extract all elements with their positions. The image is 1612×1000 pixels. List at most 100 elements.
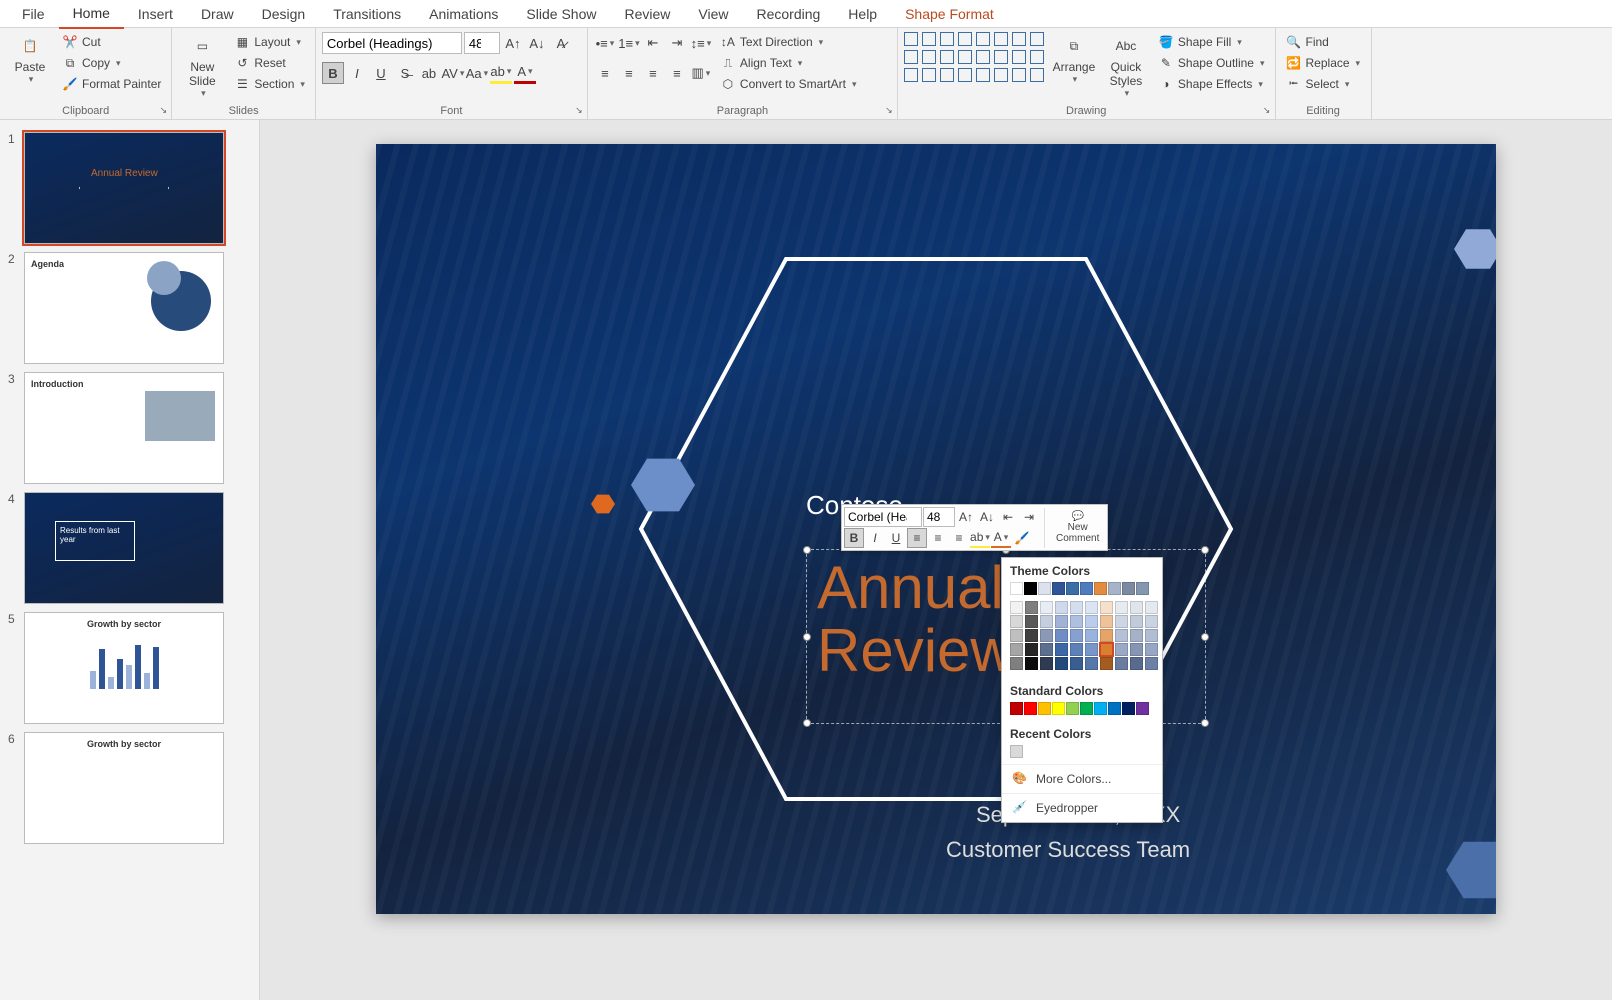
paste-button[interactable]: 📋 Paste [6, 32, 54, 87]
arrange-button[interactable]: ⧉Arrange [1050, 32, 1098, 87]
mini-font-name[interactable] [844, 507, 922, 527]
mini-font-size[interactable] [923, 507, 955, 527]
tab-insert[interactable]: Insert [124, 0, 187, 28]
shape-effects-button[interactable]: ◑Shape Effects [1154, 74, 1269, 94]
tab-draw[interactable]: Draw [187, 0, 248, 28]
color-swatch[interactable] [1145, 643, 1158, 656]
shrink-font-button[interactable]: A↓ [526, 32, 548, 54]
mini-new-comment[interactable]: 💬 New Comment [1050, 509, 1105, 546]
color-swatch[interactable] [1025, 643, 1038, 656]
mini-align-left[interactable]: ≡ [907, 528, 927, 548]
color-swatch[interactable] [1100, 643, 1113, 656]
align-right-button[interactable]: ≡ [642, 62, 664, 84]
bold-button[interactable]: B [322, 62, 344, 84]
tab-help[interactable]: Help [834, 0, 891, 28]
align-text-button[interactable]: ⎍Align Text [716, 53, 861, 73]
color-swatch[interactable] [1024, 582, 1037, 595]
color-swatch[interactable] [1040, 601, 1053, 614]
change-case-button[interactable]: Aa [466, 62, 488, 84]
color-swatch[interactable] [1010, 643, 1023, 656]
layout-button[interactable]: ▦Layout [230, 32, 309, 52]
mini-highlight[interactable]: ab [970, 528, 990, 548]
color-swatch[interactable] [1100, 657, 1113, 670]
inc-indent-button[interactable]: ⇥ [666, 32, 688, 54]
color-swatch[interactable] [1070, 643, 1083, 656]
char-spacing-button[interactable]: AV [442, 62, 464, 84]
tab-recording[interactable]: Recording [742, 0, 834, 28]
line-spacing-button[interactable]: ↕≡ [690, 32, 712, 54]
font-name-select[interactable] [322, 32, 462, 54]
color-swatch[interactable] [1115, 657, 1128, 670]
font-size-select[interactable] [464, 32, 500, 54]
more-colors-button[interactable]: 🎨More Colors... [1002, 764, 1162, 793]
color-swatch[interactable] [1085, 615, 1098, 628]
tab-transitions[interactable]: Transitions [319, 0, 415, 28]
color-swatch[interactable] [1038, 582, 1051, 595]
mini-font-color[interactable]: A [991, 528, 1011, 548]
color-swatch[interactable] [1115, 615, 1128, 628]
color-swatch[interactable] [1094, 582, 1107, 595]
tab-animations[interactable]: Animations [415, 0, 512, 28]
thumb-6[interactable]: Growth by sector [24, 732, 224, 844]
color-swatch[interactable] [1025, 657, 1038, 670]
color-swatch[interactable] [1115, 601, 1128, 614]
color-swatch[interactable] [1108, 702, 1121, 715]
color-swatch[interactable] [1122, 582, 1135, 595]
color-swatch[interactable] [1070, 657, 1083, 670]
color-swatch[interactable] [1040, 643, 1053, 656]
color-swatch[interactable] [1080, 702, 1093, 715]
select-button[interactable]: ⭰Select [1282, 74, 1365, 94]
mini-inc-indent[interactable]: ⇥ [1019, 507, 1039, 527]
color-swatch[interactable] [1055, 657, 1068, 670]
highlight-button[interactable]: ab [490, 62, 512, 84]
tab-review[interactable]: Review [610, 0, 684, 28]
shape-fill-button[interactable]: 🪣Shape Fill [1154, 32, 1269, 52]
mini-grow-font[interactable]: A↑ [956, 507, 976, 527]
color-swatch[interactable] [1136, 702, 1149, 715]
color-swatch[interactable] [1025, 615, 1038, 628]
color-swatch[interactable] [1010, 657, 1023, 670]
color-swatch[interactable] [1055, 601, 1068, 614]
shapes-gallery[interactable] [904, 32, 1046, 84]
mini-bold[interactable]: B [844, 528, 864, 548]
color-swatch[interactable] [1130, 601, 1143, 614]
color-swatch[interactable] [1070, 615, 1083, 628]
color-swatch[interactable] [1010, 745, 1023, 758]
color-swatch[interactable] [1145, 601, 1158, 614]
numbering-button[interactable]: 1≡ [618, 32, 640, 54]
mini-underline[interactable]: U [886, 528, 906, 548]
tab-file[interactable]: File [8, 0, 59, 28]
tab-shape-format[interactable]: Shape Format [891, 0, 1008, 28]
italic-button[interactable]: I [346, 62, 368, 84]
eyedropper-button[interactable]: 💉Eyedropper [1002, 793, 1162, 822]
align-center-button[interactable]: ≡ [618, 62, 640, 84]
color-swatch[interactable] [1094, 702, 1107, 715]
copy-button[interactable]: ⧉Copy [58, 53, 165, 73]
grow-font-button[interactable]: A↑ [502, 32, 524, 54]
color-swatch[interactable] [1055, 615, 1068, 628]
color-swatch[interactable] [1100, 601, 1113, 614]
paragraph-launcher[interactable]: ↘ [883, 105, 895, 117]
thumb-1[interactable]: Annual Review [24, 132, 224, 244]
color-swatch[interactable] [1115, 629, 1128, 642]
color-swatch[interactable] [1070, 629, 1083, 642]
color-swatch[interactable] [1145, 615, 1158, 628]
mini-dec-indent[interactable]: ⇤ [998, 507, 1018, 527]
color-swatch[interactable] [1085, 657, 1098, 670]
color-swatch[interactable] [1024, 702, 1037, 715]
slide-canvas-area[interactable]: Contoso Annual Review September 10, 20XX… [260, 120, 1612, 1000]
quick-styles-button[interactable]: AbcQuick Styles [1102, 32, 1150, 101]
color-swatch[interactable] [1085, 601, 1098, 614]
mini-align-center[interactable]: ≡ [928, 528, 948, 548]
reset-button[interactable]: ↺Reset [230, 53, 309, 73]
color-swatch[interactable] [1085, 643, 1098, 656]
color-swatch[interactable] [1130, 657, 1143, 670]
color-swatch[interactable] [1130, 629, 1143, 642]
color-swatch[interactable] [1108, 582, 1121, 595]
tab-design[interactable]: Design [248, 0, 320, 28]
clipboard-launcher[interactable]: ↘ [157, 105, 169, 117]
shadow-button[interactable]: ab [418, 62, 440, 84]
tab-home[interactable]: Home [59, 0, 124, 29]
color-swatch[interactable] [1025, 629, 1038, 642]
font-color-button[interactable]: A [514, 62, 536, 84]
